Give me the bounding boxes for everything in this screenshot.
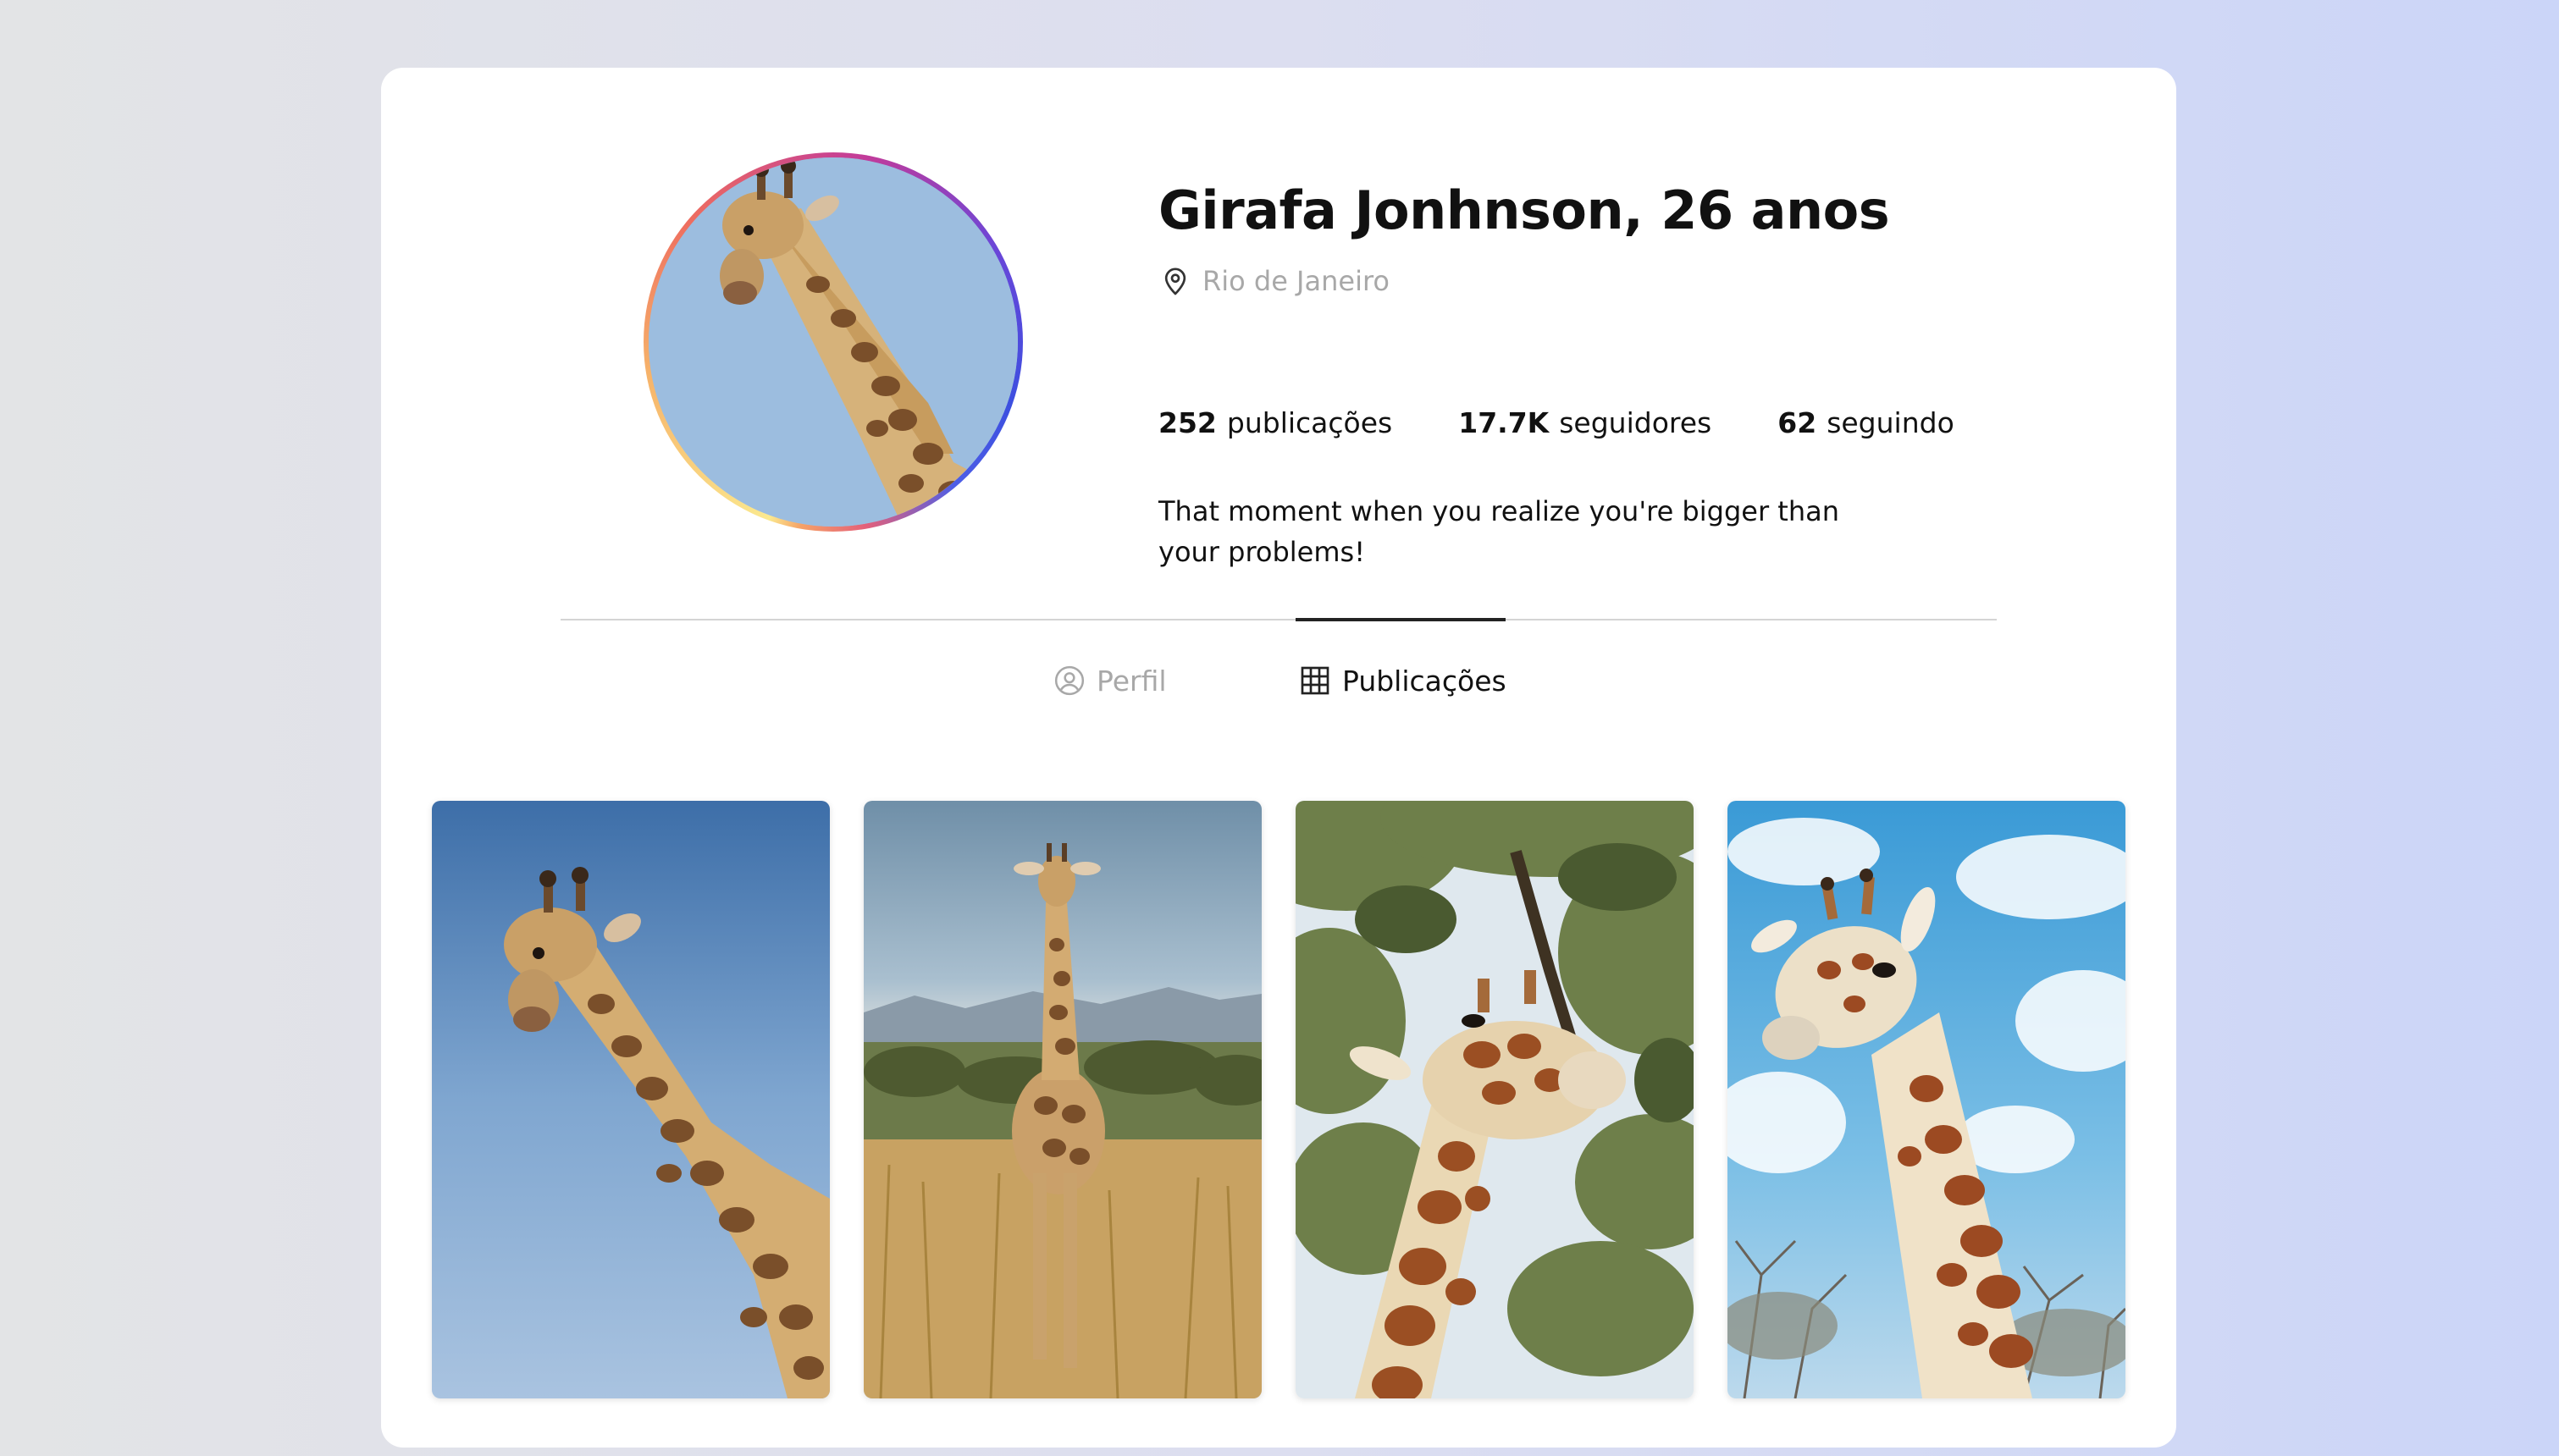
tab-publicacoes-label: Publicações	[1342, 664, 1506, 698]
stat-followers-label: seguidores	[1559, 406, 1712, 439]
publication-photo[interactable]	[864, 801, 1262, 1398]
publication-photo[interactable]	[1727, 801, 2125, 1398]
publication-photo[interactable]	[432, 801, 830, 1398]
stat-publications[interactable]: 252 publicações	[1158, 406, 1392, 439]
profile-card: Girafa Jonhnson, 26 anos Rio de Janeiro …	[381, 68, 2176, 1448]
grid-icon	[1301, 666, 1329, 695]
stat-followers[interactable]: 17.7K seguidores	[1458, 406, 1711, 439]
stat-following-value: 62	[1777, 406, 1817, 439]
user-circle-icon	[1054, 665, 1085, 696]
profile-bio: That moment when you realize you're bigg…	[1158, 495, 1839, 568]
tab-perfil-label: Perfil	[1097, 664, 1167, 698]
stat-following[interactable]: 62 seguindo	[1777, 406, 1954, 439]
giraffe-photo-1	[432, 801, 830, 1398]
avatar-image	[649, 157, 1018, 527]
publication-photo[interactable]	[1296, 801, 1694, 1398]
profile-name: Girafa Jonhnson, 26 anos	[1158, 179, 1890, 241]
active-tab-indicator	[1296, 618, 1506, 621]
giraffe-photo-2	[864, 801, 1262, 1398]
avatar[interactable]	[644, 152, 1023, 532]
profile-stats: 252 publicações 17.7K seguidores 62 seguind…	[1158, 406, 2020, 439]
publications-grid	[432, 801, 2125, 1398]
location-text: Rio de Janeiro	[1202, 265, 1390, 297]
location-pin-icon	[1164, 267, 1186, 295]
giraffe-photo-3	[1296, 801, 1694, 1398]
stat-following-label: seguindo	[1827, 406, 1954, 439]
stat-followers-value: 17.7K	[1458, 406, 1550, 439]
profile-location: Rio de Janeiro	[1158, 264, 1390, 298]
stat-publications-label: publicações	[1226, 406, 1393, 439]
tabs-divider	[561, 619, 1997, 620]
tab-perfil[interactable]: Perfil	[1053, 664, 1167, 698]
tab-publicacoes[interactable]: Publicações	[1298, 664, 1506, 698]
stat-publications-value: 252	[1158, 406, 1217, 439]
giraffe-photo-4	[1727, 801, 2125, 1398]
